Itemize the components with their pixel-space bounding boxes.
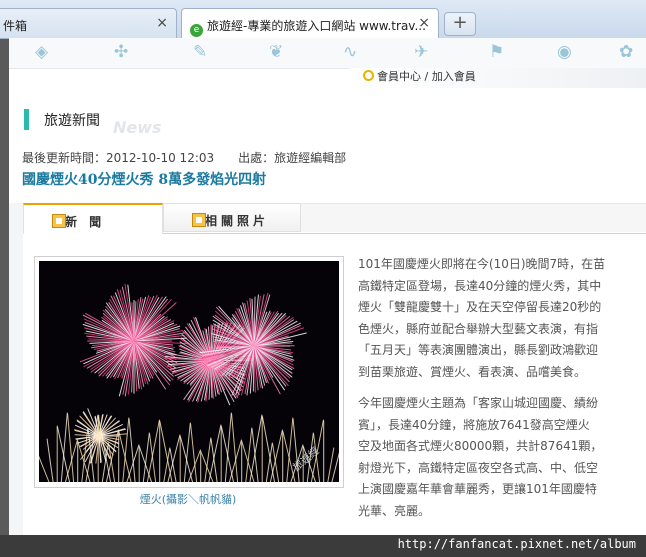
updated-time: 最後更新時間：2012-10-10 12:03 (22, 151, 215, 165)
paragraph-1: 101年國慶煙火即將在今(10日)晚間7時，在苗 高鐵特定區登場，長達40分鐘的… (358, 254, 646, 383)
browser-tab-travel[interactable]: e 旅遊經-專業的旅遊入口網站 www.trav... × (181, 8, 439, 39)
article-tabs: 新 聞 相關照片 (23, 203, 646, 234)
line: 到苗栗旅遊、賞煙火、看表演、品嚐美食。 (358, 364, 587, 379)
tab-news[interactable]: 新 聞 (23, 203, 163, 234)
close-icon[interactable]: × (156, 15, 168, 31)
line: 賓」，長達40分鐘，將施放7641發高空煙火 (358, 417, 590, 432)
flag-icon[interactable]: ⚑ (489, 42, 504, 62)
line: 高鐵特定區登場，長達40分鐘的煙火秀，其中 (358, 278, 602, 293)
tab-news-label: 新 聞 (65, 215, 106, 229)
airplane-icon[interactable]: ✈ (414, 42, 428, 62)
section-title: 旅遊新聞 (44, 113, 100, 129)
wave-icon[interactable]: ∿ (343, 42, 357, 62)
section-accent-bar (24, 109, 29, 130)
pinwheel-icon[interactable]: ✣ (114, 42, 128, 62)
tag-icon[interactable]: ◈ (35, 42, 48, 62)
browser-tab-mail[interactable]: 件箱 × (0, 8, 177, 38)
member-link[interactable]: 會員中心 / 加入會員 (377, 70, 476, 83)
article-body: 101年國慶煙火即將在今(10日)晚間7時，在苗 高鐵特定區登場，長達40分鐘的… (358, 254, 646, 532)
member-dot-icon (363, 70, 374, 81)
article-headline: 國慶煙火40分煙火秀 8萬多發焰光四射 (22, 172, 267, 188)
news-icon (52, 214, 66, 228)
new-tab-button[interactable]: + (444, 12, 476, 36)
article-photo[interactable]: 旅遊經 (34, 256, 344, 488)
hand-icon[interactable]: ✎ (193, 42, 207, 62)
tab-related-photos[interactable]: 相關照片 (163, 203, 301, 232)
tab-strip: 件箱 × e 旅遊經-專業的旅遊入口網站 www.trav... × + (0, 0, 646, 39)
photo-caption: 煙火(攝影＼帆帆貓) (139, 493, 237, 506)
line: 射燈光下，高鐵特定區夜空各式高、中、低空 (358, 460, 599, 475)
line: 色煙火，縣府並配合舉辦大型藝文表演，有指 (358, 321, 599, 336)
tab-title: 件箱 (3, 19, 28, 33)
web-page: ◈ ✣ ✎ ❦ ∿ ✈ ⚑ ◉ ✿ 會員中心 / 加入會員 旅遊新聞 News … (9, 38, 646, 535)
member-bar: 會員中心 / 加入會員 (349, 68, 646, 88)
status-url: http://fanfancat.pixnet.net/album (397, 537, 636, 551)
line: 上演國慶嘉年華會華麗秀，更讓101年國慶特 (358, 482, 597, 496)
line: 「五月天」等表演團體演出，縣長劉政鴻歡迎 (358, 343, 599, 357)
close-icon[interactable]: × (418, 15, 430, 31)
tab-spacer (301, 203, 646, 232)
camera-icon[interactable]: ◉ (557, 42, 572, 62)
line: 今年國慶煙火主題為「客家山城迎國慶、績紛 (358, 396, 599, 410)
favicon-icon: e (190, 24, 203, 37)
photos-icon (192, 213, 206, 227)
tab-photos-label: 相關照片 (205, 214, 270, 228)
line: 煙火「雙龍慶雙十」及在天空停留長達20秒的 (358, 300, 602, 314)
section-watermark: News (113, 118, 162, 137)
line: 光華、亮麗。 (358, 503, 431, 518)
gift-icon[interactable]: ✿ (619, 42, 633, 62)
line: 空及地面各式煙火80000顆，共計87641顆， (358, 439, 603, 453)
fireworks-image: 旅遊經 (39, 261, 339, 482)
tab-title: 旅遊經-專業的旅遊入口網站 www.trav... (207, 19, 426, 33)
paragraph-2: 今年國慶煙火主題為「客家山城迎國慶、績紛 賓」，長達40分鐘，將施放7641發高… (358, 393, 646, 522)
article-source: 出處：旅遊經編輯部 (238, 151, 347, 165)
browser-window: 件箱 × e 旅遊經-專業的旅遊入口網站 www.trav... × + ◈ ✣ … (0, 0, 646, 557)
left-margin-shade (9, 203, 23, 535)
line: 101年國慶煙火即將在今(10日)晚間7時，在苗 (358, 257, 606, 271)
article-meta: 最後更新時間：2012-10-10 12:03 出處：旅遊經編輯部 (22, 149, 346, 166)
site-nav-bar: ◈ ✣ ✎ ❦ ∿ ✈ ⚑ ◉ ✿ (9, 38, 646, 69)
leaf-icon[interactable]: ❦ (269, 42, 283, 62)
